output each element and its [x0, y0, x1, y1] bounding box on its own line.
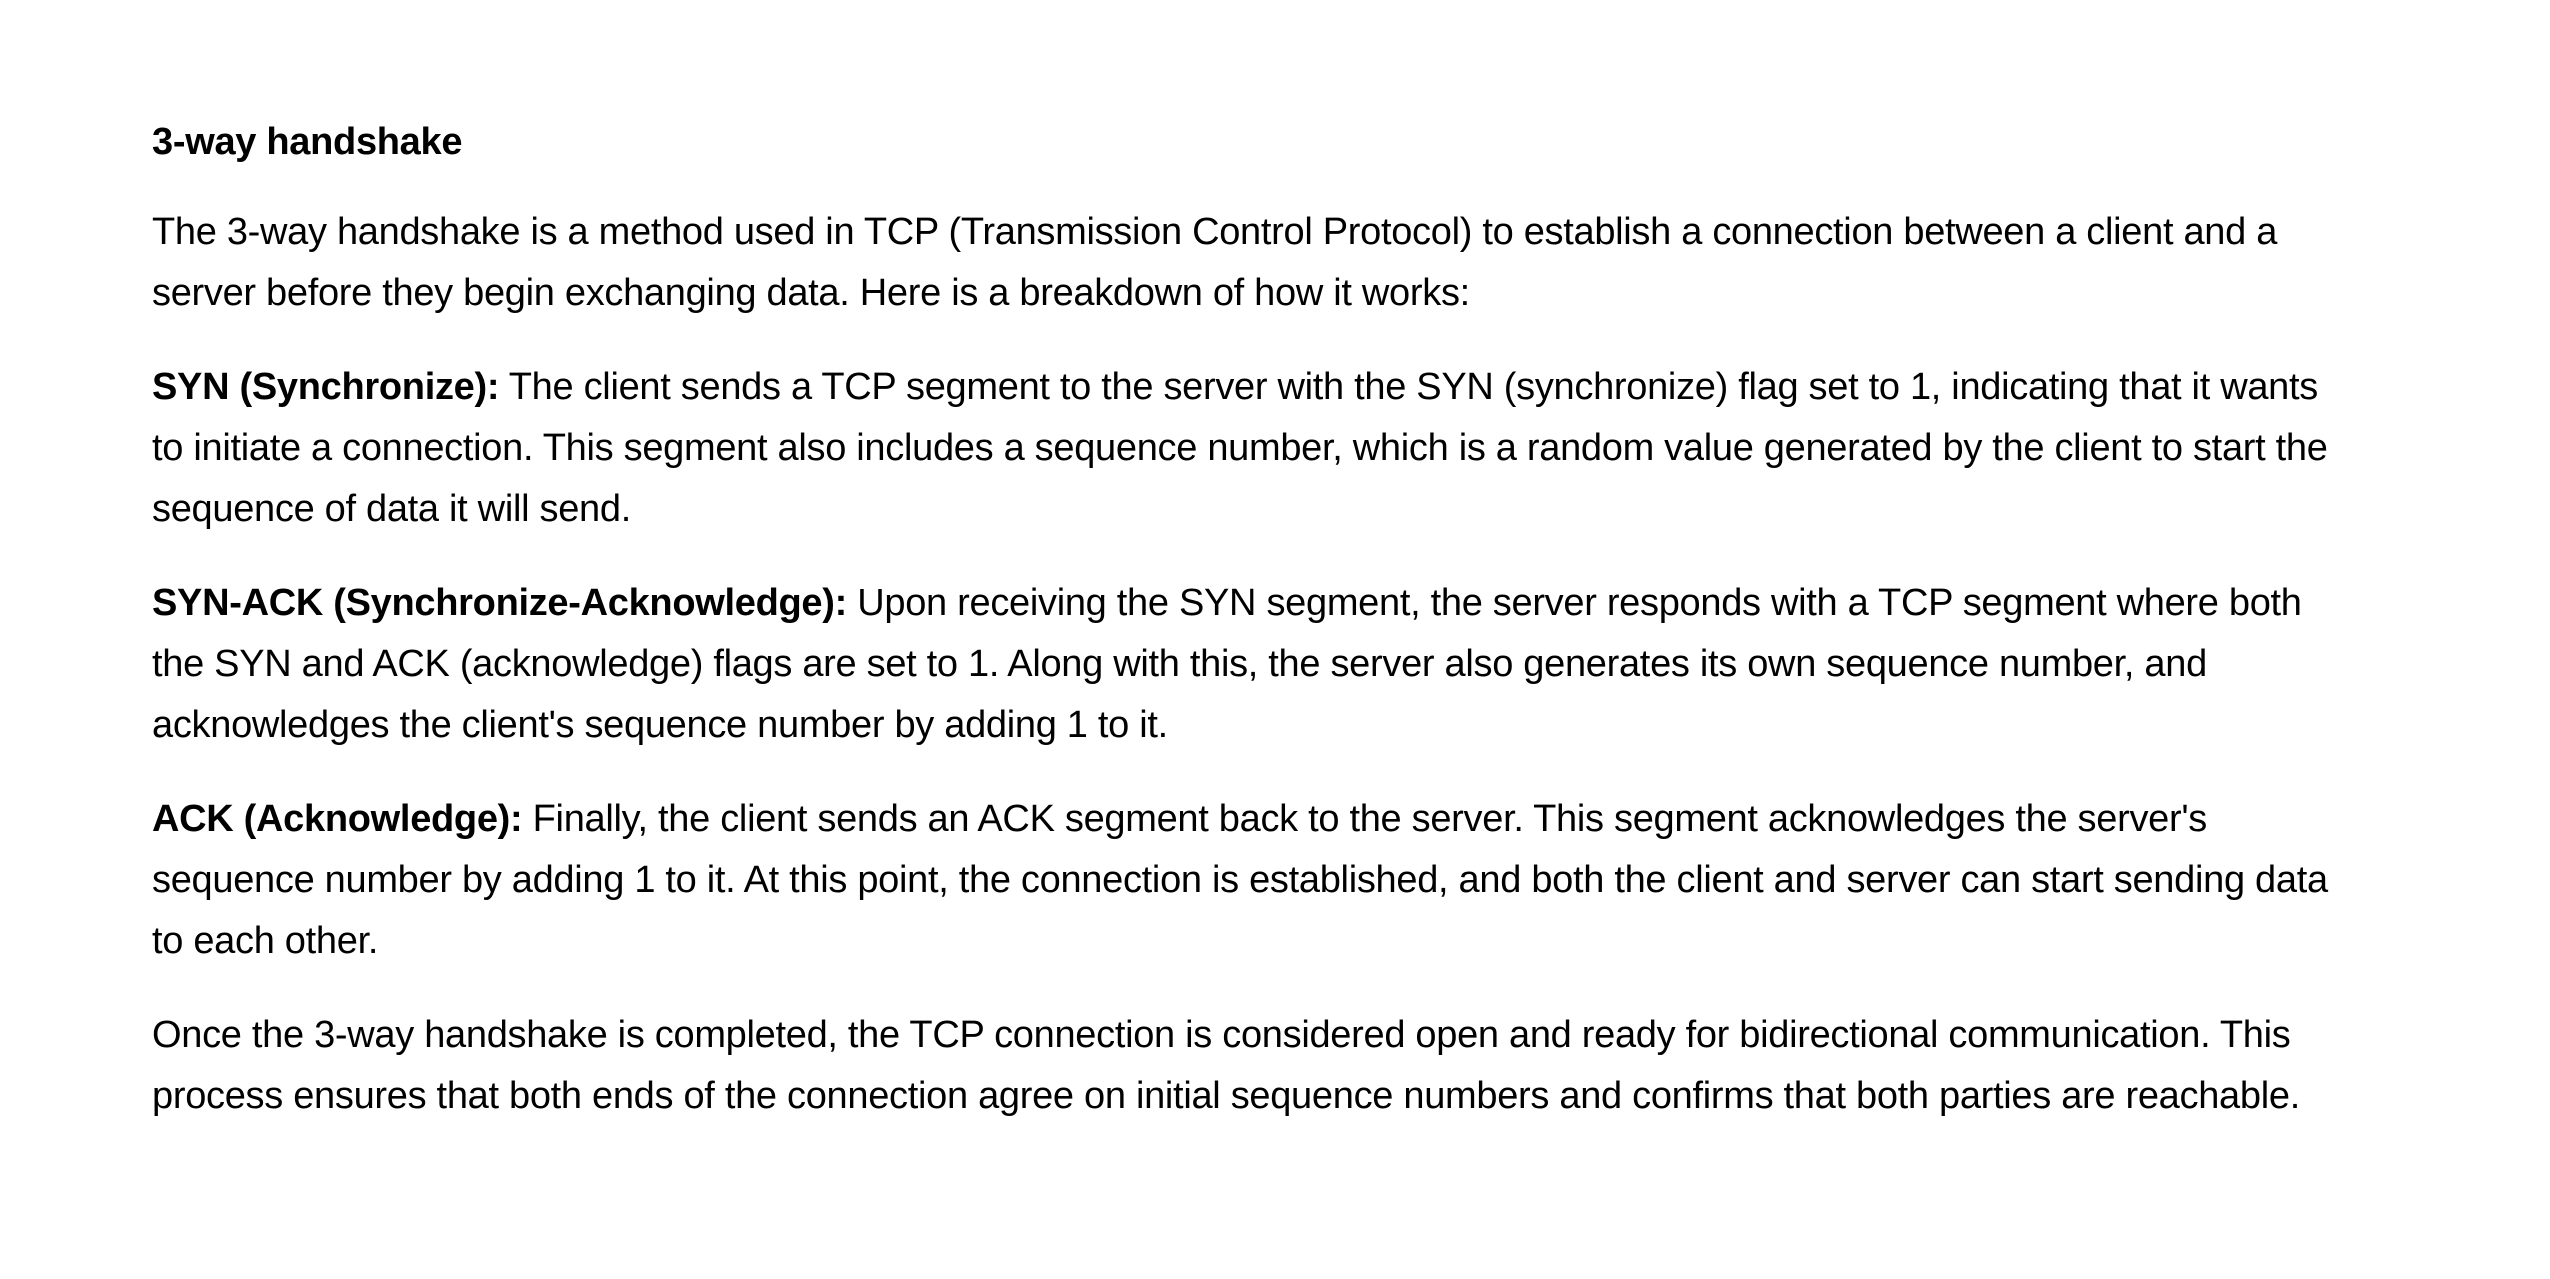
step-ack-term: ACK (Acknowledge): [152, 798, 523, 840]
document-page: 3-way handshake The 3-way handshake is a… [152, 112, 2352, 1160]
step-syn-ack-term: SYN-ACK (Synchronize-Acknowledge): [152, 582, 847, 624]
step-syn-ack-paragraph: SYN-ACK (Synchronize-Acknowledge): Upon … [152, 573, 2352, 756]
step-ack-paragraph: ACK (Acknowledge): Finally, the client s… [152, 789, 2352, 972]
intro-paragraph: The 3-way handshake is a method used in … [152, 211, 2278, 314]
step-syn-paragraph: SYN (Synchronize): The client sends a TC… [152, 357, 2352, 540]
conclusion-paragraph: Once the 3-way handshake is completed, t… [152, 1014, 2300, 1117]
document-title: 3-way handshake [152, 121, 463, 163]
step-syn-term: SYN (Synchronize): [152, 366, 500, 408]
